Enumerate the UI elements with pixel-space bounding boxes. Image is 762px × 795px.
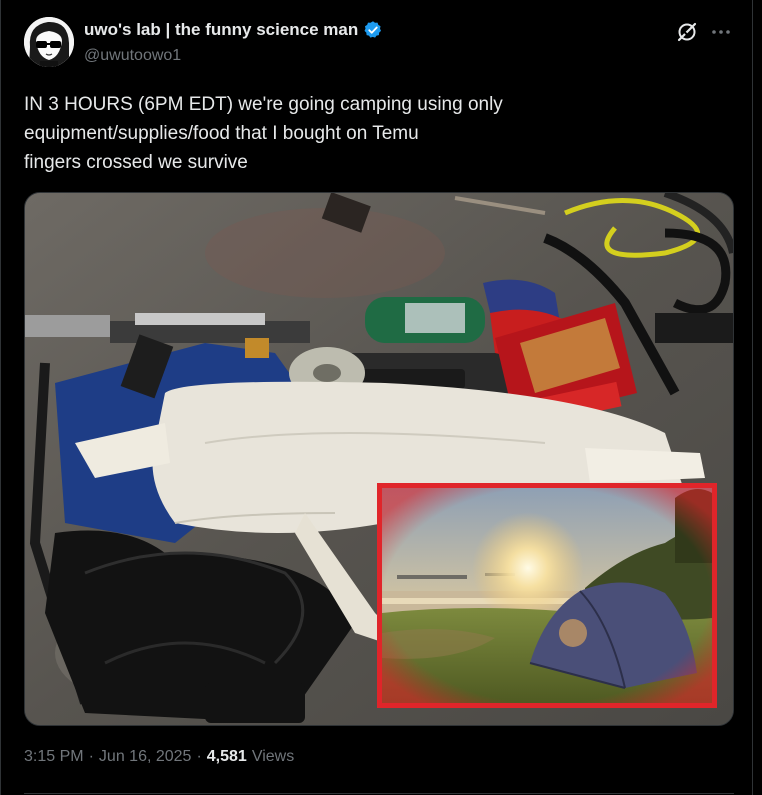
- views-count: 4,581: [206, 748, 247, 765]
- tweet-date[interactable]: Jun 16, 2025: [99, 748, 192, 766]
- divider: [24, 793, 734, 794]
- anime-avatar-icon: [24, 17, 74, 67]
- tweet-line: IN 3 HOURS (6PM EDT) we're going camping…: [24, 94, 503, 115]
- meta-separator: ·: [196, 748, 202, 765]
- grok-icon: [677, 22, 697, 42]
- author-handle[interactable]: @uwutoowo1: [84, 47, 181, 65]
- left-border: [0, 0, 1, 795]
- inset-photo: [377, 483, 717, 708]
- media-photo: [25, 193, 733, 725]
- more-dots-icon: [712, 30, 730, 34]
- views-label: Views: [251, 748, 295, 765]
- tweet-line: fingers crossed we survive: [24, 152, 248, 173]
- tweet-time[interactable]: 3:15 PM: [24, 748, 84, 766]
- tweet-text: IN 3 HOURS (6PM EDT) we're going camping…: [24, 90, 724, 177]
- tweet-meta: 3:15 PM · Jun 16, 2025 · 4,581 Views: [24, 748, 294, 766]
- author-display-name[interactable]: uwo's lab | the funny science man: [84, 20, 358, 40]
- grok-button[interactable]: [676, 21, 698, 43]
- author-name-row[interactable]: uwo's lab | the funny science man: [84, 20, 383, 40]
- right-border: [752, 0, 753, 795]
- more-button[interactable]: [710, 21, 732, 43]
- verified-badge-icon: [364, 21, 382, 38]
- avatar[interactable]: [24, 17, 74, 67]
- tweet-media[interactable]: [24, 192, 734, 726]
- tweet-line: equipment/supplies/food that I bought on…: [24, 123, 419, 144]
- meta-separator: ·: [88, 748, 94, 765]
- post: uwo's lab | the funny science man @uwuto…: [24, 0, 734, 795]
